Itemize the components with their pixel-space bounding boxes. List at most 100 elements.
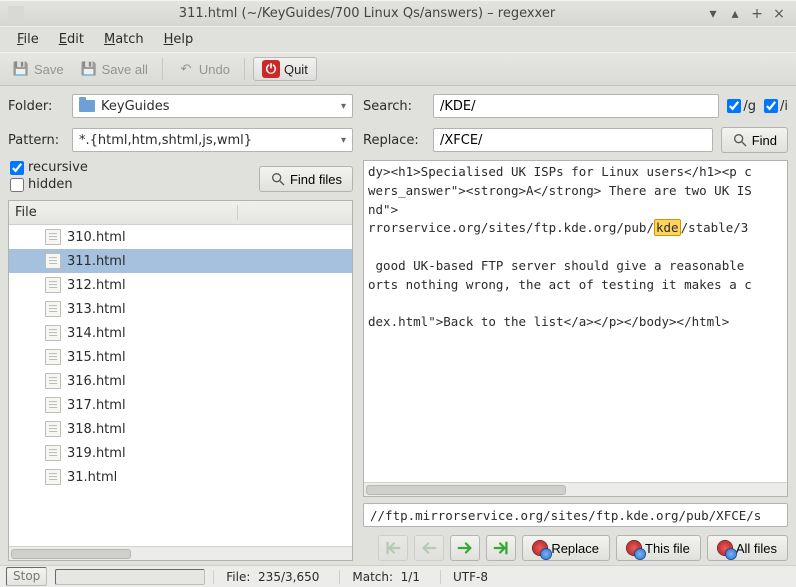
content-view[interactable]: dy><h1>Specialised UK ISPs for Linux use…: [363, 160, 788, 497]
folder-combo[interactable]: KeyGuides ▾: [72, 94, 353, 118]
document-icon: [45, 445, 61, 461]
file-item[interactable]: 310.html: [9, 225, 352, 249]
save-all-button[interactable]: 💾 Save all: [74, 58, 154, 80]
file-item[interactable]: 312.html: [9, 273, 352, 297]
toolbar: 💾 Save 💾 Save all ↶ Undo ⏻ Quit: [0, 52, 796, 86]
arrow-right-bar-icon: [492, 540, 510, 556]
maximize-down-button[interactable]: ▴: [726, 5, 744, 23]
document-icon: [45, 325, 61, 341]
menu-file[interactable]: File: [8, 29, 48, 50]
menu-help[interactable]: Help: [155, 29, 203, 50]
file-item[interactable]: 317.html: [9, 393, 352, 417]
document-icon: [45, 253, 61, 269]
save-icon: 💾: [12, 60, 30, 78]
find-files-label: Find files: [290, 172, 342, 187]
file-item[interactable]: 316.html: [9, 369, 352, 393]
quit-button[interactable]: ⏻ Quit: [253, 57, 317, 81]
flag-g[interactable]: /g: [727, 99, 756, 114]
undo-button[interactable]: ↶ Undo: [171, 58, 236, 80]
replace-icon: [533, 541, 547, 555]
replace-label: Replace:: [363, 133, 425, 148]
pattern-combo[interactable]: *.{html,htm,shtml,js,wml} ▾: [72, 128, 353, 152]
file-name: 31.html: [67, 470, 117, 485]
menu-match[interactable]: Match: [95, 29, 153, 50]
save-all-label: Save all: [102, 62, 148, 77]
status-match: Match: 1/1: [339, 570, 432, 584]
search-input[interactable]: [433, 94, 719, 118]
replace-icon: [718, 541, 732, 555]
toolbar-separator-2: [244, 58, 245, 80]
file-item[interactable]: 318.html: [9, 417, 352, 441]
file-name: 314.html: [67, 326, 126, 341]
file-item[interactable]: 314.html: [9, 321, 352, 345]
prev-match-button[interactable]: [414, 535, 444, 561]
prev-file-button[interactable]: [378, 535, 408, 561]
find-button[interactable]: Find: [721, 127, 788, 153]
status-file: File: 235/3,650: [213, 570, 331, 584]
title-bar: 311.html (~/KeyGuides/700 Linux Qs/answe…: [0, 0, 796, 26]
save-label: Save: [34, 62, 64, 77]
scroll-thumb[interactable]: [11, 549, 131, 559]
arrow-left-bar-icon: [384, 540, 402, 556]
progress-well: [55, 569, 205, 585]
next-file-button[interactable]: [486, 535, 516, 561]
recursive-check-input[interactable]: [10, 161, 24, 175]
file-name: 310.html: [67, 230, 126, 245]
file-item[interactable]: 315.html: [9, 345, 352, 369]
maximize-button[interactable]: +: [748, 5, 766, 23]
chevron-down-icon: ▾: [341, 101, 346, 112]
flag-i[interactable]: /i: [764, 99, 788, 114]
file-list-header[interactable]: File: [9, 201, 352, 225]
recursive-checkbox[interactable]: recursive: [10, 160, 88, 175]
app-icon: [8, 6, 24, 22]
hidden-check-input[interactable]: [10, 178, 24, 192]
file-list-body: 310.html 311.html 312.html 313.html 314.html…: [9, 225, 352, 546]
search-icon: [270, 171, 286, 187]
all-files-button[interactable]: All files: [707, 535, 788, 561]
document-icon: [45, 229, 61, 245]
find-files-button[interactable]: Find files: [259, 166, 353, 192]
content-hscroll[interactable]: [364, 482, 787, 496]
search-icon: [732, 132, 748, 148]
file-name: 316.html: [67, 374, 126, 389]
file-name: 313.html: [67, 302, 126, 317]
right-pane: Search: /g /i Replace: Find dy><h1>Speci…: [363, 92, 788, 561]
content-text[interactable]: dy><h1>Specialised UK ISPs for Linux use…: [364, 161, 787, 482]
replace-button[interactable]: Replace: [522, 535, 610, 561]
folder-value: KeyGuides: [101, 99, 170, 114]
file-item[interactable]: 313.html: [9, 297, 352, 321]
scroll-thumb[interactable]: [366, 485, 566, 495]
menu-bar: File Edit Match Help: [0, 26, 796, 52]
file-name: 315.html: [67, 350, 126, 365]
file-item[interactable]: 31.html: [9, 465, 352, 489]
minimize-button[interactable]: ▾: [704, 5, 722, 23]
document-icon: [45, 373, 61, 389]
file-item[interactable]: 311.html: [9, 249, 352, 273]
close-button[interactable]: ×: [770, 5, 788, 23]
arrow-right-icon: [456, 540, 474, 556]
document-icon: [45, 301, 61, 317]
save-button[interactable]: 💾 Save: [6, 58, 70, 80]
left-pane: Folder: KeyGuides ▾ Pattern: *.{html,htm…: [8, 92, 353, 561]
save-all-icon: 💾: [80, 60, 98, 78]
file-name: 319.html: [67, 446, 126, 461]
app-window: 311.html (~/KeyGuides/700 Linux Qs/answe…: [0, 0, 796, 587]
replace-input[interactable]: [433, 128, 713, 152]
horizontal-scrollbar[interactable]: [9, 546, 352, 560]
stop-button[interactable]: Stop: [6, 567, 47, 586]
file-name: 312.html: [67, 278, 126, 293]
file-item[interactable]: 319.html: [9, 441, 352, 465]
replace-icon: [627, 541, 641, 555]
undo-label: Undo: [199, 62, 230, 77]
main-area: Folder: KeyGuides ▾ Pattern: *.{html,htm…: [0, 86, 796, 565]
hidden-checkbox[interactable]: hidden: [10, 177, 88, 192]
this-file-button[interactable]: This file: [616, 535, 701, 561]
arrow-left-icon: [420, 540, 438, 556]
undo-icon: ↶: [177, 60, 195, 78]
replacement-preview[interactable]: //ftp.mirrorservice.org/sites/ftp.kde.or…: [363, 503, 788, 527]
menu-edit[interactable]: Edit: [50, 29, 93, 50]
folder-label: Folder:: [8, 99, 64, 114]
quit-label: Quit: [284, 62, 308, 77]
toolbar-separator: [162, 58, 163, 80]
next-match-button[interactable]: [450, 535, 480, 561]
